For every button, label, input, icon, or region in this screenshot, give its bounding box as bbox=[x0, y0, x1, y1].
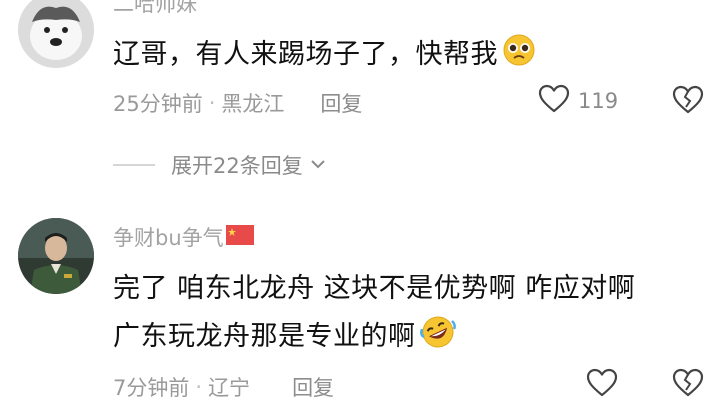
broken-heart-icon bbox=[672, 368, 704, 402]
husky-avatar-image bbox=[18, 0, 94, 68]
chevron-down-icon bbox=[309, 156, 327, 175]
comment1-username[interactable]: 二哈帅妹 bbox=[113, 0, 197, 18]
avatar[interactable] bbox=[18, 218, 94, 294]
comment1-time: 25分钟前 bbox=[113, 92, 203, 116]
pleading-face-emoji-icon bbox=[502, 33, 536, 71]
comment1-location: 黑龙江 bbox=[221, 92, 285, 116]
comment1-like-button[interactable]: 119 bbox=[538, 84, 618, 118]
comment2-text-line2: 广东玩龙舟那是专业的啊 bbox=[113, 321, 416, 352]
comment2-like-button[interactable] bbox=[586, 368, 618, 402]
china-flag-icon bbox=[225, 225, 254, 249]
comment1-reply-button[interactable]: 回复 bbox=[320, 88, 362, 118]
comment2-dislike-button[interactable] bbox=[672, 368, 704, 402]
comment2-text-line1: 完了 咱东北龙舟 这块不是优势啊 咋应对啊 bbox=[113, 273, 636, 304]
comment2-time: 7分钟前 bbox=[113, 376, 190, 400]
comment1-dislike-button[interactable] bbox=[672, 85, 704, 119]
comment2-reply-button[interactable]: 回复 bbox=[292, 372, 334, 402]
meta-separator: · bbox=[195, 375, 203, 399]
soldier-avatar-image bbox=[18, 218, 94, 294]
expand-replies-button[interactable]: 展开22条回复 bbox=[113, 150, 327, 180]
avatar[interactable] bbox=[18, 0, 94, 68]
expand-replies-divider bbox=[113, 164, 155, 166]
comment1-like-count: 119 bbox=[578, 89, 619, 113]
meta-separator: · bbox=[208, 91, 216, 115]
broken-heart-icon bbox=[672, 85, 704, 119]
comment2-username[interactable]: 争财bu争气 bbox=[113, 222, 224, 252]
comment1-text: 辽哥，有人来踢场子了，快帮我 bbox=[113, 39, 498, 70]
rolling-on-floor-laughing-emoji-icon bbox=[419, 315, 456, 353]
heart-outline-icon bbox=[538, 84, 570, 118]
heart-outline-icon bbox=[586, 368, 618, 402]
comment2-location: 辽宁 bbox=[208, 376, 251, 400]
expand-replies-label: 展开22条回复 bbox=[171, 154, 303, 178]
